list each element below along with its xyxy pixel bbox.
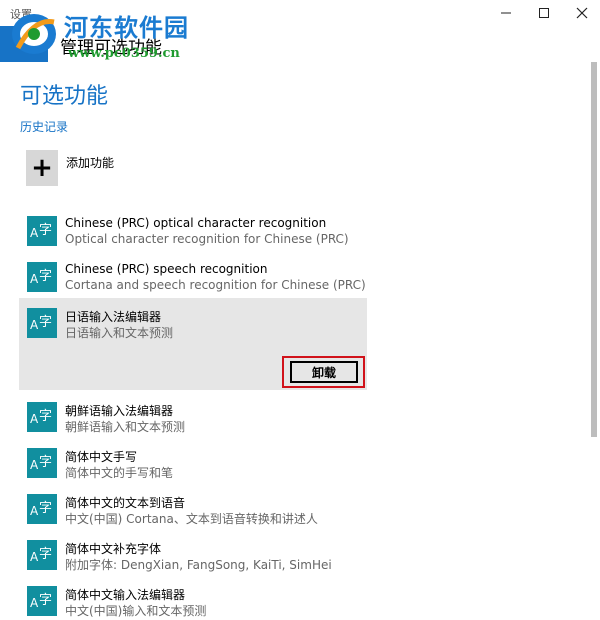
maximize-button[interactable] bbox=[527, 0, 561, 26]
language-icon: A字 bbox=[27, 540, 57, 570]
feature-name: Chinese (PRC) optical character recognit… bbox=[65, 216, 327, 230]
title-bar: 设置 bbox=[0, 0, 600, 26]
language-icon: A字 bbox=[27, 448, 57, 478]
page-header: ← 管理可选功能 bbox=[0, 26, 600, 62]
feature-name: 简体中文手写 bbox=[65, 450, 138, 464]
feature-name: 日语输入法编辑器 bbox=[65, 310, 162, 324]
close-icon bbox=[576, 7, 588, 19]
feature-name: 简体中文输入法编辑器 bbox=[65, 588, 186, 602]
uninstall-highlight: 卸载 bbox=[282, 356, 365, 388]
feature-name: 简体中文补充字体 bbox=[65, 542, 162, 556]
feature-description: 中文(中国) Cortana、文本到语音转换和讲述人 bbox=[65, 512, 318, 526]
history-link[interactable]: 历史记录 bbox=[20, 118, 68, 135]
feature-name: 朝鲜语输入法编辑器 bbox=[65, 404, 174, 418]
minimize-button[interactable] bbox=[489, 0, 523, 26]
feature-description: 附加字体: DengXian, FangSong, KaiTi, SimHei bbox=[65, 558, 332, 572]
language-icon: A字 bbox=[27, 262, 57, 292]
add-feature-button[interactable]: + 添加功能 bbox=[26, 150, 114, 190]
feature-item[interactable]: A字 朝鲜语输入法编辑器 朝鲜语输入和文本预测 bbox=[19, 392, 367, 438]
language-icon: A字 bbox=[27, 402, 57, 432]
feature-item[interactable]: A字 Chinese (PRC) speech recognition Cort… bbox=[19, 252, 367, 298]
page-title: 可选功能 bbox=[20, 84, 109, 109]
language-icon: A字 bbox=[27, 308, 57, 338]
add-feature-label: 添加功能 bbox=[66, 156, 115, 170]
back-button[interactable]: ← bbox=[0, 26, 48, 62]
feature-item[interactable]: A字 简体中文的文本到语音 中文(中国) Cortana、文本到语音转换和讲述人 bbox=[19, 484, 367, 530]
uninstall-button[interactable]: 卸载 bbox=[290, 361, 358, 383]
close-button[interactable] bbox=[565, 0, 599, 26]
feature-item[interactable]: A字 简体中文补充字体 附加字体: DengXian, FangSong, Ka… bbox=[19, 530, 367, 576]
language-icon: A字 bbox=[27, 216, 57, 246]
feature-item[interactable]: A字 简体中文输入法编辑器 中文(中国)输入和文本预测 bbox=[19, 576, 367, 620]
feature-item[interactable]: A字 Chinese (PRC) optical character recog… bbox=[19, 206, 367, 252]
header-title: 管理可选功能 bbox=[60, 38, 162, 58]
minimize-icon bbox=[501, 12, 511, 14]
feature-description: Cortana and speech recognition for Chine… bbox=[65, 278, 366, 292]
feature-item-selected[interactable]: A字 日语输入法编辑器 日语输入和文本预测 卸载 bbox=[19, 298, 367, 390]
back-arrow-icon: ← bbox=[15, 32, 33, 56]
feature-description: Optical character recognition for Chines… bbox=[65, 232, 349, 246]
feature-description: 朝鲜语输入和文本预测 bbox=[65, 420, 186, 434]
feature-item[interactable]: A字 简体中文手写 简体中文的手写和笔 bbox=[19, 438, 367, 484]
language-icon: A字 bbox=[27, 494, 57, 524]
plus-icon: + bbox=[26, 150, 58, 186]
feature-description: 日语输入和文本预测 bbox=[65, 326, 174, 340]
window-title: 设置 bbox=[10, 8, 32, 21]
feature-name: 简体中文的文本到语音 bbox=[65, 496, 186, 510]
language-icon: A字 bbox=[27, 586, 57, 616]
maximize-icon bbox=[539, 8, 549, 18]
scrollbar[interactable] bbox=[591, 62, 597, 437]
feature-name: Chinese (PRC) speech recognition bbox=[65, 262, 268, 276]
feature-description: 中文(中国)输入和文本预测 bbox=[65, 604, 207, 618]
feature-description: 简体中文的手写和笔 bbox=[65, 466, 174, 480]
